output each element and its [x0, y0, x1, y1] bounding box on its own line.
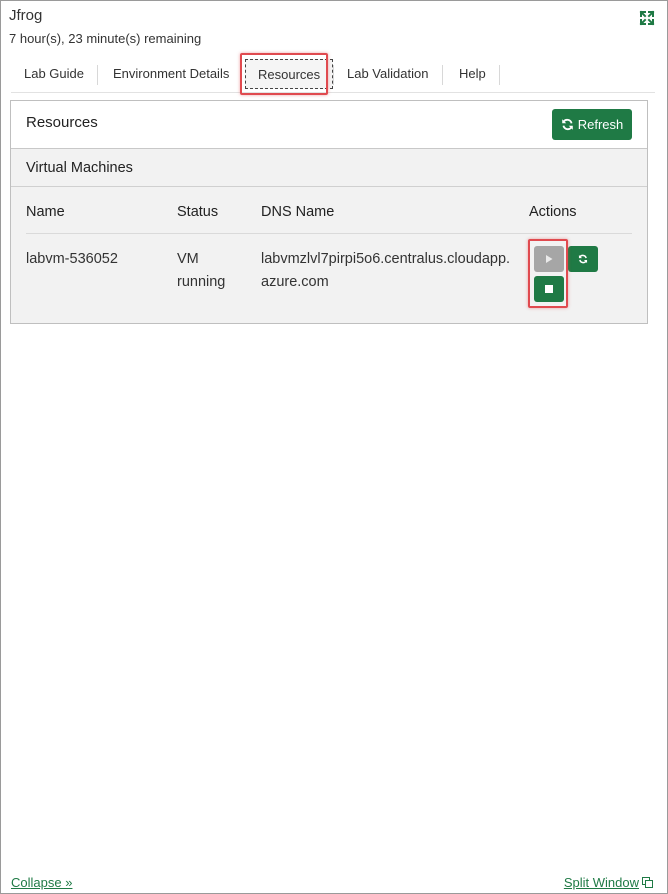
tab-lab-validation[interactable]: Lab Validation: [347, 57, 428, 91]
refresh-button[interactable]: Refresh: [552, 109, 632, 140]
lab-title: Jfrog: [9, 7, 43, 24]
vm-status: VM running: [177, 248, 225, 294]
tab-bar: Lab Guide Environment Details Resources …: [11, 57, 655, 93]
refresh-icon: [561, 111, 574, 142]
split-window-label: Split Window: [563, 875, 639, 890]
resources-title: Resources: [26, 114, 98, 131]
tab-environment-details[interactable]: Environment Details: [113, 57, 229, 91]
vm-actions-highlight: [528, 239, 568, 308]
table-divider: [26, 233, 632, 234]
vm-status-line1: VM: [177, 251, 199, 267]
tab-help[interactable]: Help: [459, 57, 486, 91]
expand-icon[interactable]: [639, 10, 655, 26]
vm-name: labvm-536052: [26, 251, 118, 267]
column-header-status: Status: [177, 204, 219, 220]
tab-divider: [442, 65, 443, 85]
collapse-link[interactable]: Collapse »: [11, 875, 72, 890]
restart-icon: [578, 254, 588, 264]
column-header-actions: Actions: [529, 204, 577, 220]
restart-vm-button[interactable]: [568, 246, 598, 272]
tab-divider: [499, 65, 500, 85]
column-header-name: Name: [26, 204, 65, 220]
resources-panel-header: Resources Refresh: [11, 101, 647, 149]
vm-dns-name: labvmzlvl7pirpi5o6.centralus.cloudapp. a…: [261, 248, 510, 294]
vm-status-line2: running: [177, 274, 226, 290]
split-window-icon: [642, 876, 653, 891]
tab-divider: [333, 65, 334, 85]
time-remaining: 7 hour(s), 23 minute(s) remaining: [9, 31, 202, 46]
refresh-label: Refresh: [577, 117, 624, 132]
virtual-machines-header: Virtual Machines: [11, 149, 647, 187]
virtual-machines-title: Virtual Machines: [26, 160, 133, 176]
split-window-link[interactable]: Split Window: [564, 875, 653, 891]
tab-lab-guide[interactable]: Lab Guide: [24, 57, 84, 91]
vm-dns-line1: labvmzlvl7pirpi5o6.centralus.cloudapp.: [261, 251, 511, 267]
resources-tab-highlight: [240, 53, 328, 95]
column-header-dns-name: DNS Name: [261, 204, 335, 220]
tab-divider: [97, 65, 98, 85]
vm-dns-line2: azure.com: [261, 274, 329, 290]
lab-window: Jfrog 7 hour(s), 23 minute(s) remaining …: [0, 0, 668, 894]
